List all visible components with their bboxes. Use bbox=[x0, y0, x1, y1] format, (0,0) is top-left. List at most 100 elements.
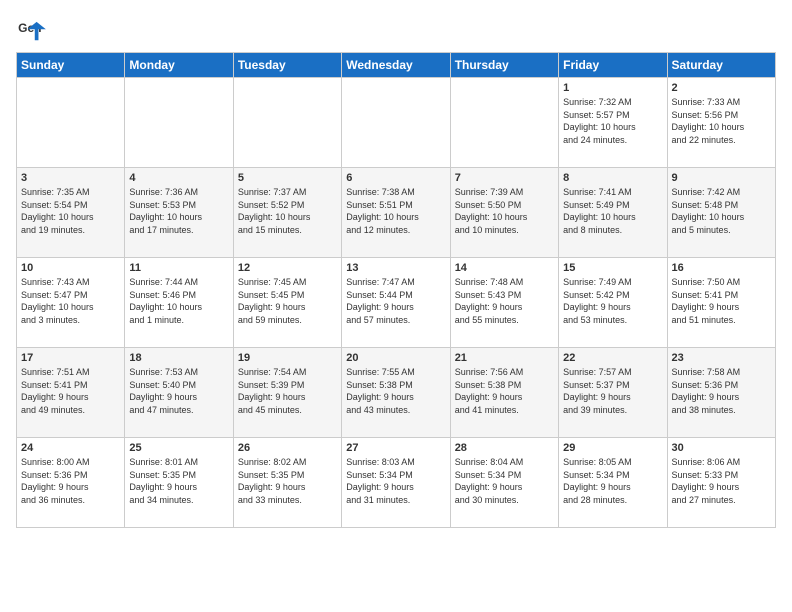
cell-content: Sunrise: 8:04 AM Sunset: 5:34 PM Dayligh… bbox=[455, 456, 554, 506]
calendar-cell: 8Sunrise: 7:41 AM Sunset: 5:49 PM Daylig… bbox=[559, 168, 667, 258]
day-number: 23 bbox=[672, 352, 771, 364]
cell-content: Sunrise: 7:38 AM Sunset: 5:51 PM Dayligh… bbox=[346, 186, 445, 236]
calendar-cell: 6 Sunrise: 7:38 AM Sunset: 5:51 PM Daylig… bbox=[342, 168, 450, 258]
cell-content: Sunrise: 7:43 AM Sunset: 5:47 PM Dayligh… bbox=[21, 276, 120, 326]
cell-content: Sunrise: 7:45 AM Sunset: 5:45 PM Dayligh… bbox=[238, 276, 337, 326]
day-number: 13 bbox=[346, 262, 445, 274]
day-number: 25 bbox=[129, 442, 228, 454]
day-number: 28 bbox=[455, 442, 554, 454]
cell-content: Sunrise: 7:51 AM Sunset: 5:41 PM Dayligh… bbox=[21, 366, 120, 416]
cell-content: Sunrise: 7:56 AM Sunset: 5:38 PM Dayligh… bbox=[455, 366, 554, 416]
day-number: 4 bbox=[129, 172, 228, 184]
calendar-cell: 28 Sunrise: 8:04 AM Sunset: 5:34 PM Dayli… bbox=[450, 438, 558, 528]
weekday-header-wednesday: Wednesday bbox=[342, 53, 450, 78]
cell-content: Sunrise: 8:02 AM Sunset: 5:35 PM Dayligh… bbox=[238, 456, 337, 506]
day-number: 18 bbox=[129, 352, 228, 364]
calendar-week-4: 24 Sunrise: 8:00 AM Sunset: 5:36 PM Dayli… bbox=[17, 438, 776, 528]
calendar-cell bbox=[342, 78, 450, 168]
cell-content: Sunrise: 8:01 AM Sunset: 5:35 PM Dayligh… bbox=[129, 456, 228, 506]
calendar-cell: 13 Sunrise: 7:47 AM Sunset: 5:44 PM Dayli… bbox=[342, 258, 450, 348]
calendar-cell: 19 Sunrise: 7:54 AM Sunset: 5:39 PM Dayli… bbox=[233, 348, 341, 438]
calendar-cell: 1 Sunrise: 7:32 AM Sunset: 5:57 PM Daylig… bbox=[559, 78, 667, 168]
cell-content: Sunrise: 7:35 AM Sunset: 5:54 PM Dayligh… bbox=[21, 186, 120, 236]
cell-content: Sunrise: 8:03 AM Sunset: 5:34 PM Dayligh… bbox=[346, 456, 445, 506]
cell-content: Sunrise: 7:58 AM Sunset: 5:36 PM Dayligh… bbox=[672, 366, 771, 416]
calendar: SundayMondayTuesdayWednesdayThursdayFrid… bbox=[16, 52, 776, 528]
weekday-header-sunday: Sunday bbox=[17, 53, 125, 78]
calendar-cell: 29 Sunrise: 8:05 AM Sunset: 5:34 PM Dayli… bbox=[559, 438, 667, 528]
cell-content: Sunrise: 8:00 AM Sunset: 5:36 PM Dayligh… bbox=[21, 456, 120, 506]
day-number: 20 bbox=[346, 352, 445, 364]
calendar-cell: 25 Sunrise: 8:01 AM Sunset: 5:35 PM Dayli… bbox=[125, 438, 233, 528]
day-number: 22 bbox=[563, 352, 662, 364]
day-number: 5 bbox=[238, 172, 337, 184]
day-number: 16 bbox=[672, 262, 771, 274]
day-number: 26 bbox=[238, 442, 337, 454]
weekday-header-thursday: Thursday bbox=[450, 53, 558, 78]
calendar-cell: 24 Sunrise: 8:00 AM Sunset: 5:36 PM Dayli… bbox=[17, 438, 125, 528]
calendar-cell: 26 Sunrise: 8:02 AM Sunset: 5:35 PM Dayli… bbox=[233, 438, 341, 528]
cell-content: Sunrise: 7:32 AM Sunset: 5:57 PM Dayligh… bbox=[563, 96, 662, 146]
weekday-header-monday: Monday bbox=[125, 53, 233, 78]
cell-content: Sunrise: 7:39 AM Sunset: 5:50 PM Dayligh… bbox=[455, 186, 554, 236]
calendar-cell bbox=[450, 78, 558, 168]
calendar-cell: 18 Sunrise: 7:53 AM Sunset: 5:40 PM Dayli… bbox=[125, 348, 233, 438]
day-number: 1 bbox=[563, 82, 662, 94]
header: Gen bbox=[16, 16, 776, 44]
calendar-cell: 11 Sunrise: 7:44 AM Sunset: 5:46 PM Dayli… bbox=[125, 258, 233, 348]
cell-content: Sunrise: 7:44 AM Sunset: 5:46 PM Dayligh… bbox=[129, 276, 228, 326]
calendar-header: SundayMondayTuesdayWednesdayThursdayFrid… bbox=[17, 53, 776, 78]
cell-content: Sunrise: 7:41 AM Sunset: 5:49 PM Dayligh… bbox=[563, 186, 662, 236]
calendar-week-2: 10 Sunrise: 7:43 AM Sunset: 5:47 PM Dayli… bbox=[17, 258, 776, 348]
day-number: 29 bbox=[563, 442, 662, 454]
calendar-cell bbox=[233, 78, 341, 168]
calendar-cell: 9Sunrise: 7:42 AM Sunset: 5:48 PM Daylig… bbox=[667, 168, 775, 258]
cell-content: Sunrise: 7:47 AM Sunset: 5:44 PM Dayligh… bbox=[346, 276, 445, 326]
cell-content: Sunrise: 7:49 AM Sunset: 5:42 PM Dayligh… bbox=[563, 276, 662, 326]
cell-content: Sunrise: 7:54 AM Sunset: 5:39 PM Dayligh… bbox=[238, 366, 337, 416]
day-number: 10 bbox=[21, 262, 120, 274]
calendar-body: 1 Sunrise: 7:32 AM Sunset: 5:57 PM Daylig… bbox=[17, 78, 776, 528]
calendar-week-3: 17 Sunrise: 7:51 AM Sunset: 5:41 PM Dayli… bbox=[17, 348, 776, 438]
day-number: 3 bbox=[21, 172, 120, 184]
cell-content: Sunrise: 8:05 AM Sunset: 5:34 PM Dayligh… bbox=[563, 456, 662, 506]
cell-content: Sunrise: 7:55 AM Sunset: 5:38 PM Dayligh… bbox=[346, 366, 445, 416]
weekday-header-tuesday: Tuesday bbox=[233, 53, 341, 78]
calendar-cell: 7Sunrise: 7:39 AM Sunset: 5:50 PM Daylig… bbox=[450, 168, 558, 258]
cell-content: Sunrise: 7:42 AM Sunset: 5:48 PM Dayligh… bbox=[672, 186, 771, 236]
weekday-header-saturday: Saturday bbox=[667, 53, 775, 78]
calendar-cell: 17 Sunrise: 7:51 AM Sunset: 5:41 PM Dayli… bbox=[17, 348, 125, 438]
day-number: 2 bbox=[672, 82, 771, 94]
calendar-cell bbox=[17, 78, 125, 168]
logo-icon: Gen bbox=[18, 20, 46, 44]
calendar-week-0: 1 Sunrise: 7:32 AM Sunset: 5:57 PM Daylig… bbox=[17, 78, 776, 168]
cell-content: Sunrise: 8:06 AM Sunset: 5:33 PM Dayligh… bbox=[672, 456, 771, 506]
day-number: 14 bbox=[455, 262, 554, 274]
calendar-week-1: 3 Sunrise: 7:35 AM Sunset: 5:54 PM Daylig… bbox=[17, 168, 776, 258]
calendar-cell: 20 Sunrise: 7:55 AM Sunset: 5:38 PM Dayli… bbox=[342, 348, 450, 438]
calendar-cell: 12Sunrise: 7:45 AM Sunset: 5:45 PM Dayli… bbox=[233, 258, 341, 348]
calendar-cell: 30 Sunrise: 8:06 AM Sunset: 5:33 PM Dayli… bbox=[667, 438, 775, 528]
day-number: 21 bbox=[455, 352, 554, 364]
day-number: 27 bbox=[346, 442, 445, 454]
logo: Gen bbox=[16, 20, 50, 44]
weekday-header-row: SundayMondayTuesdayWednesdayThursdayFrid… bbox=[17, 53, 776, 78]
day-number: 11 bbox=[129, 262, 228, 274]
day-number: 15 bbox=[563, 262, 662, 274]
calendar-cell: 16Sunrise: 7:50 AM Sunset: 5:41 PM Dayli… bbox=[667, 258, 775, 348]
calendar-cell: 4 Sunrise: 7:36 AM Sunset: 5:53 PM Daylig… bbox=[125, 168, 233, 258]
weekday-header-friday: Friday bbox=[559, 53, 667, 78]
calendar-cell: 3 Sunrise: 7:35 AM Sunset: 5:54 PM Daylig… bbox=[17, 168, 125, 258]
calendar-cell: 22Sunrise: 7:57 AM Sunset: 5:37 PM Dayli… bbox=[559, 348, 667, 438]
day-number: 17 bbox=[21, 352, 120, 364]
cell-content: Sunrise: 7:53 AM Sunset: 5:40 PM Dayligh… bbox=[129, 366, 228, 416]
day-number: 19 bbox=[238, 352, 337, 364]
cell-content: Sunrise: 7:37 AM Sunset: 5:52 PM Dayligh… bbox=[238, 186, 337, 236]
cell-content: Sunrise: 7:33 AM Sunset: 5:56 PM Dayligh… bbox=[672, 96, 771, 146]
day-number: 30 bbox=[672, 442, 771, 454]
cell-content: Sunrise: 7:36 AM Sunset: 5:53 PM Dayligh… bbox=[129, 186, 228, 236]
day-number: 24 bbox=[21, 442, 120, 454]
calendar-cell: 14Sunrise: 7:48 AM Sunset: 5:43 PM Dayli… bbox=[450, 258, 558, 348]
day-number: 6 bbox=[346, 172, 445, 184]
calendar-cell: 27 Sunrise: 8:03 AM Sunset: 5:34 PM Dayli… bbox=[342, 438, 450, 528]
